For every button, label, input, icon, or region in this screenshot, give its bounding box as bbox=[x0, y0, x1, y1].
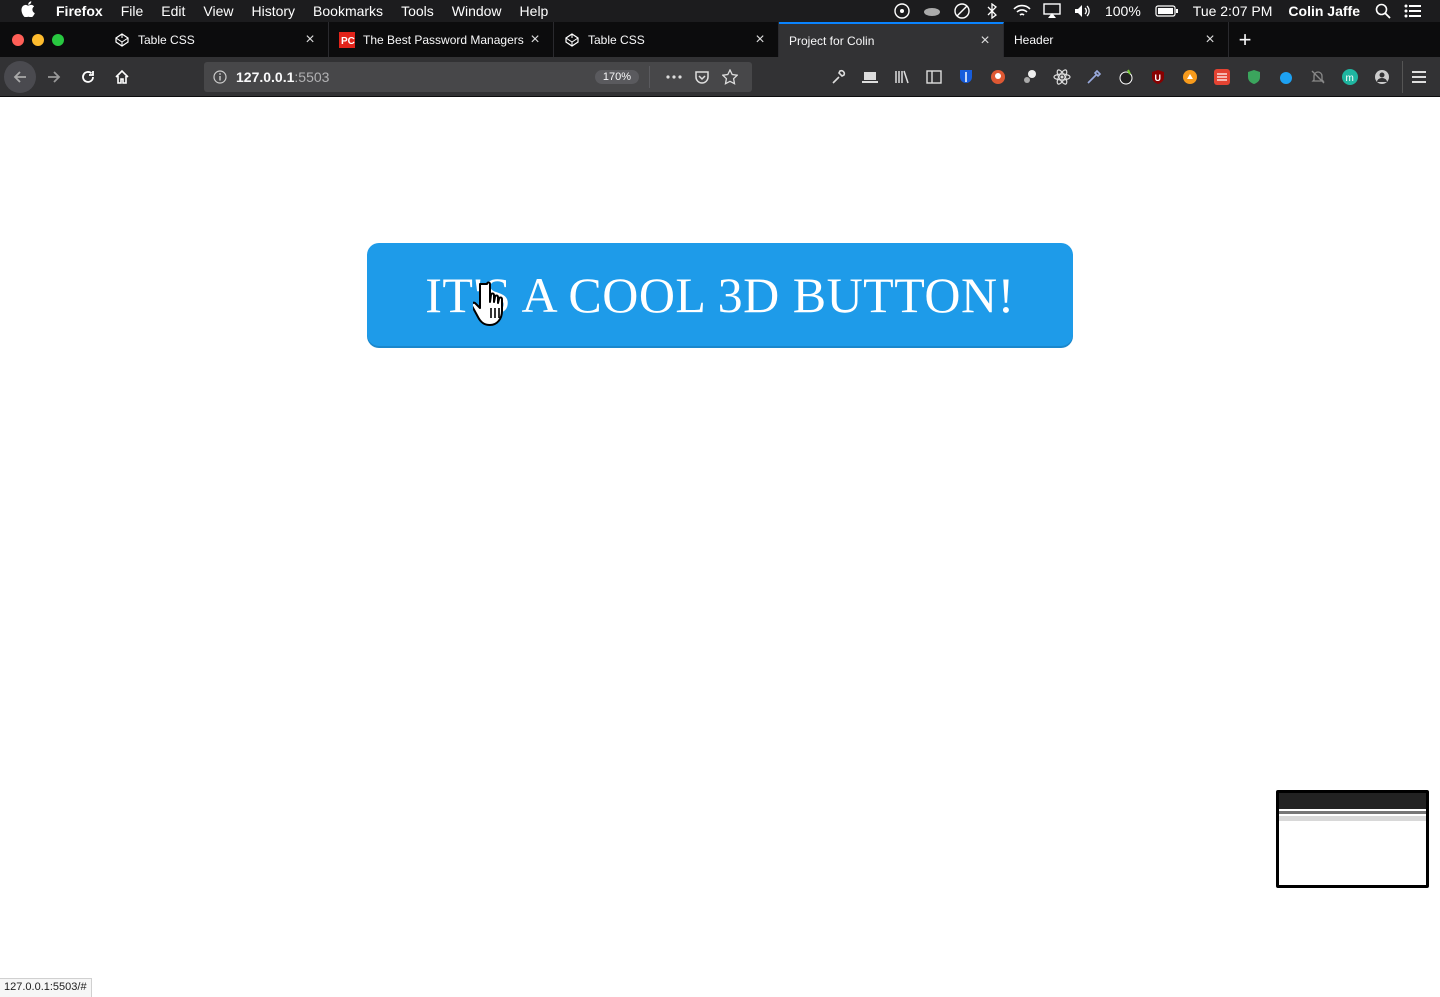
macos-menu-bar: Firefox File Edit View History Bookmarks… bbox=[0, 0, 1440, 22]
window-close-button[interactable] bbox=[12, 33, 24, 46]
page-content: IT'S A COOL 3D BUTTON! 127.0.0.1:5503/# bbox=[0, 97, 1440, 997]
page-actions-icon[interactable] bbox=[660, 74, 688, 79]
tab-title: Table CSS bbox=[588, 32, 645, 47]
tab-close-icon[interactable]: × bbox=[752, 31, 768, 48]
cloud-app-icon[interactable] bbox=[923, 2, 941, 20]
momentum-icon[interactable]: m bbox=[1334, 61, 1366, 93]
pc-icon: PC bbox=[339, 31, 355, 48]
back-button[interactable] bbox=[4, 60, 36, 93]
tab-header[interactable]: Header × bbox=[1004, 22, 1229, 57]
library-icon[interactable] bbox=[886, 61, 918, 93]
extensions-toolbar: U m bbox=[822, 57, 1440, 97]
orange-extension-icon[interactable] bbox=[1174, 61, 1206, 93]
thumbnail-divider bbox=[1279, 811, 1426, 814]
menu-history[interactable]: History bbox=[242, 0, 304, 22]
tab-project-for-colin[interactable]: Project for Colin × bbox=[779, 22, 1004, 57]
svg-text:U: U bbox=[1155, 73, 1162, 83]
tab-title: Project for Colin bbox=[789, 33, 875, 48]
url-separator bbox=[649, 65, 650, 88]
navigation-toolbar: 127.0.0.1:5503 170% U m bbox=[0, 57, 1440, 97]
wifi-icon[interactable] bbox=[1013, 2, 1031, 20]
svg-text:m: m bbox=[1346, 73, 1354, 84]
site-info-icon[interactable] bbox=[212, 69, 228, 85]
thumbnail-browser-chrome bbox=[1279, 793, 1426, 809]
volume-icon[interactable] bbox=[1073, 2, 1091, 20]
laptop-icon[interactable] bbox=[854, 61, 886, 93]
tab-close-icon[interactable]: × bbox=[302, 31, 318, 48]
tab-table-css-1[interactable]: Table CSS × bbox=[104, 22, 329, 57]
airplay-icon[interactable] bbox=[1043, 2, 1061, 20]
menubar-user[interactable]: Colin Jaffe bbox=[1288, 3, 1360, 19]
notification-center-icon[interactable] bbox=[1404, 2, 1422, 20]
tab-title: Header bbox=[1014, 32, 1054, 47]
hamburger-menu-icon[interactable] bbox=[1402, 61, 1434, 93]
eyedropper-icon[interactable] bbox=[1078, 61, 1110, 93]
menu-file[interactable]: File bbox=[112, 0, 153, 22]
battery-icon[interactable] bbox=[1155, 2, 1179, 20]
spotlight-search-icon[interactable] bbox=[1374, 2, 1392, 20]
home-button[interactable] bbox=[106, 61, 138, 93]
status-link-overlay: 127.0.0.1:5503/# bbox=[0, 978, 92, 997]
do-not-disturb-icon[interactable] bbox=[953, 2, 971, 20]
menubar-clock[interactable]: Tue 2:07 PM bbox=[1193, 3, 1273, 19]
battery-percent: 100% bbox=[1104, 3, 1141, 19]
url-bar[interactable]: 127.0.0.1:5503 170% bbox=[204, 61, 752, 92]
sidebar-icon[interactable] bbox=[918, 61, 950, 93]
codepen-icon bbox=[564, 32, 580, 48]
tab-title: The Best Password Managers f bbox=[363, 32, 527, 47]
wrench-icon[interactable] bbox=[822, 61, 854, 93]
tab-title: Table CSS bbox=[138, 32, 195, 47]
tab-close-icon[interactable]: × bbox=[527, 31, 543, 48]
ublock-icon[interactable]: U bbox=[1142, 61, 1174, 93]
bookmark-star-icon[interactable] bbox=[716, 68, 744, 85]
tab-strip: Table CSS × PC The Best Password Manager… bbox=[0, 22, 1440, 57]
bell-off-icon[interactable] bbox=[1302, 61, 1334, 93]
extension-dots-icon[interactable] bbox=[1014, 61, 1046, 93]
privacy-badger-icon[interactable] bbox=[1238, 61, 1270, 93]
bluetooth-icon[interactable] bbox=[983, 2, 1001, 20]
window-minimize-button[interactable] bbox=[32, 33, 44, 46]
menu-tools[interactable]: Tools bbox=[392, 0, 443, 22]
url-host: 127.0.0.1 bbox=[236, 68, 295, 85]
tab-close-icon[interactable]: × bbox=[977, 32, 993, 49]
obs-icon[interactable] bbox=[893, 2, 911, 20]
window-maximize-button[interactable] bbox=[52, 33, 64, 46]
menu-app-name[interactable]: Firefox bbox=[56, 0, 112, 22]
menu-help[interactable]: Help bbox=[511, 0, 558, 22]
bird-extension-icon[interactable] bbox=[1270, 61, 1302, 93]
ghost-icon[interactable] bbox=[1110, 61, 1142, 93]
tab-password-managers[interactable]: PC The Best Password Managers f × bbox=[329, 22, 554, 57]
hand-cursor-icon bbox=[473, 281, 503, 326]
tab-close-icon[interactable]: × bbox=[1202, 31, 1218, 48]
forward-button[interactable] bbox=[38, 61, 70, 93]
menu-bookmarks[interactable]: Bookmarks bbox=[304, 0, 392, 22]
pocket-icon[interactable] bbox=[688, 69, 716, 85]
codepen-icon bbox=[114, 32, 130, 48]
bitwarden-icon[interactable] bbox=[950, 61, 982, 93]
duckduckgo-icon[interactable] bbox=[982, 61, 1014, 93]
screenshot-thumbnail[interactable] bbox=[1276, 790, 1429, 888]
react-devtools-icon[interactable] bbox=[1046, 61, 1078, 93]
menu-window[interactable]: Window bbox=[443, 0, 511, 22]
thumbnail-header-bar bbox=[1279, 816, 1426, 821]
todoist-icon[interactable] bbox=[1206, 61, 1238, 93]
new-tab-button[interactable]: + bbox=[1229, 22, 1261, 57]
svg-text:PC: PC bbox=[341, 36, 355, 47]
menu-view[interactable]: View bbox=[194, 0, 242, 22]
url-port: :5503 bbox=[294, 68, 330, 85]
menu-edit[interactable]: Edit bbox=[152, 0, 194, 22]
tab-table-css-2[interactable]: Table CSS × bbox=[554, 22, 779, 57]
window-controls bbox=[0, 22, 104, 57]
account-icon[interactable] bbox=[1366, 61, 1398, 93]
reload-button[interactable] bbox=[72, 61, 104, 93]
apple-menu-icon[interactable] bbox=[0, 1, 56, 21]
zoom-indicator[interactable]: 170% bbox=[594, 69, 639, 84]
